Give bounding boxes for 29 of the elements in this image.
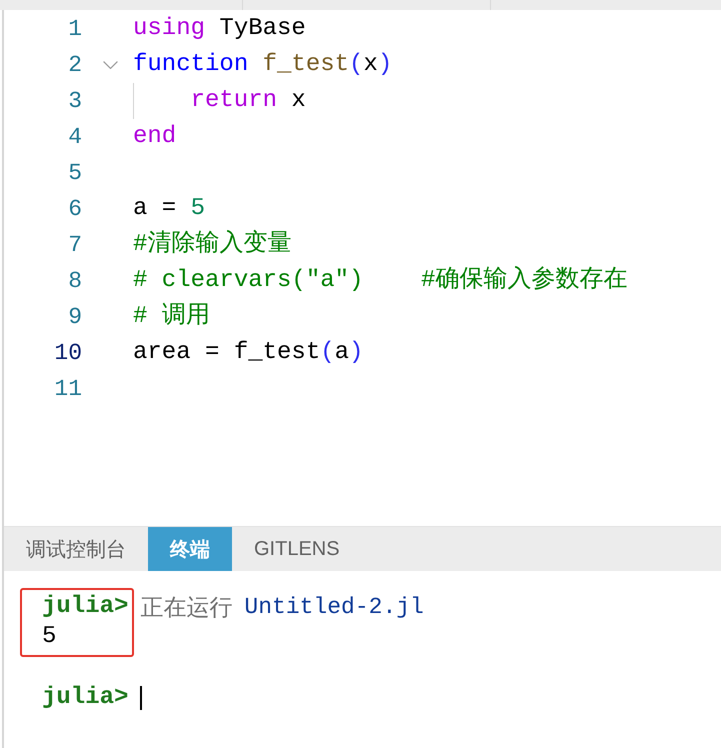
panel-tab[interactable]: GITLENS: [232, 527, 362, 571]
output-text: 5: [42, 622, 56, 652]
code-line: a = 5: [133, 194, 206, 224]
line-number: 3: [68, 88, 82, 114]
code-line: # clearvars("a") #确保输入参数存在: [133, 265, 628, 296]
line-number: 4: [68, 124, 82, 150]
code-line: # 调用: [133, 302, 210, 332]
line-number: 10: [54, 340, 82, 366]
code-line: #清除输入变量: [133, 228, 292, 260]
code-line: return x: [190, 86, 306, 116]
code-line: function f_test(x): [133, 50, 392, 80]
terminal-prompt: julia>: [42, 592, 128, 622]
chevron-down-icon[interactable]: [102, 61, 118, 69]
panel-tab[interactable]: 调试控制台: [4, 527, 148, 571]
line-number: 8: [68, 268, 82, 294]
line-number: 6: [68, 196, 82, 222]
line-number: 7: [68, 232, 82, 258]
line-number: 11: [54, 376, 82, 402]
code-line: using TyBase: [133, 14, 306, 44]
code-line: end: [133, 122, 176, 152]
line-number: 9: [68, 304, 82, 330]
panel-tab[interactable]: 终端: [148, 527, 232, 571]
file-name: Untitled-2.jl: [244, 594, 424, 620]
line-number: 5: [68, 160, 82, 186]
line-number: 1: [68, 16, 82, 42]
terminal-prompt: julia>: [42, 683, 128, 713]
status-message: 正在运行: [140, 594, 232, 622]
code-line: area = f_test(a): [133, 338, 364, 368]
line-number: 2: [68, 52, 82, 78]
